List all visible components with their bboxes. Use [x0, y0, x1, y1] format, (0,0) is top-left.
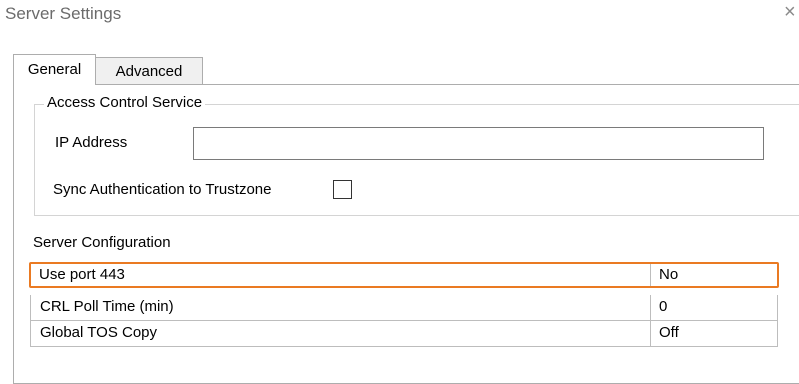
sync-authentication-label: Sync Authentication to Trustzone: [53, 181, 272, 198]
server-configuration-heading: Server Configuration: [33, 234, 171, 251]
ip-address-label: IP Address: [55, 134, 128, 151]
ip-address-input[interactable]: [193, 127, 764, 160]
access-control-groupbox: [34, 104, 799, 216]
close-icon[interactable]: ×: [784, 2, 796, 22]
tab-strip: General Advanced: [13, 54, 313, 85]
grid-row-crl-poll-time[interactable]: CRL Poll Time (min) 0: [30, 295, 778, 321]
grid-cell-value[interactable]: 0: [651, 295, 779, 320]
grid-cell-name: Use port 443: [31, 264, 651, 286]
access-control-legend: Access Control Service: [44, 94, 206, 112]
tab-advanced[interactable]: Advanced: [96, 57, 203, 84]
grid-cell-value[interactable]: Off: [651, 321, 779, 346]
grid-row-global-tos-copy[interactable]: Global TOS Copy Off: [30, 321, 778, 347]
grid-row-use-port-443[interactable]: Use port 443 No: [29, 262, 779, 288]
grid-cell-value[interactable]: No: [651, 264, 779, 286]
sync-authentication-checkbox[interactable]: [333, 180, 352, 199]
grid-cell-name: Global TOS Copy: [31, 321, 651, 346]
tab-general[interactable]: General: [13, 54, 96, 85]
grid-cell-name: CRL Poll Time (min): [31, 295, 651, 320]
window-title: Server Settings: [5, 4, 122, 23]
